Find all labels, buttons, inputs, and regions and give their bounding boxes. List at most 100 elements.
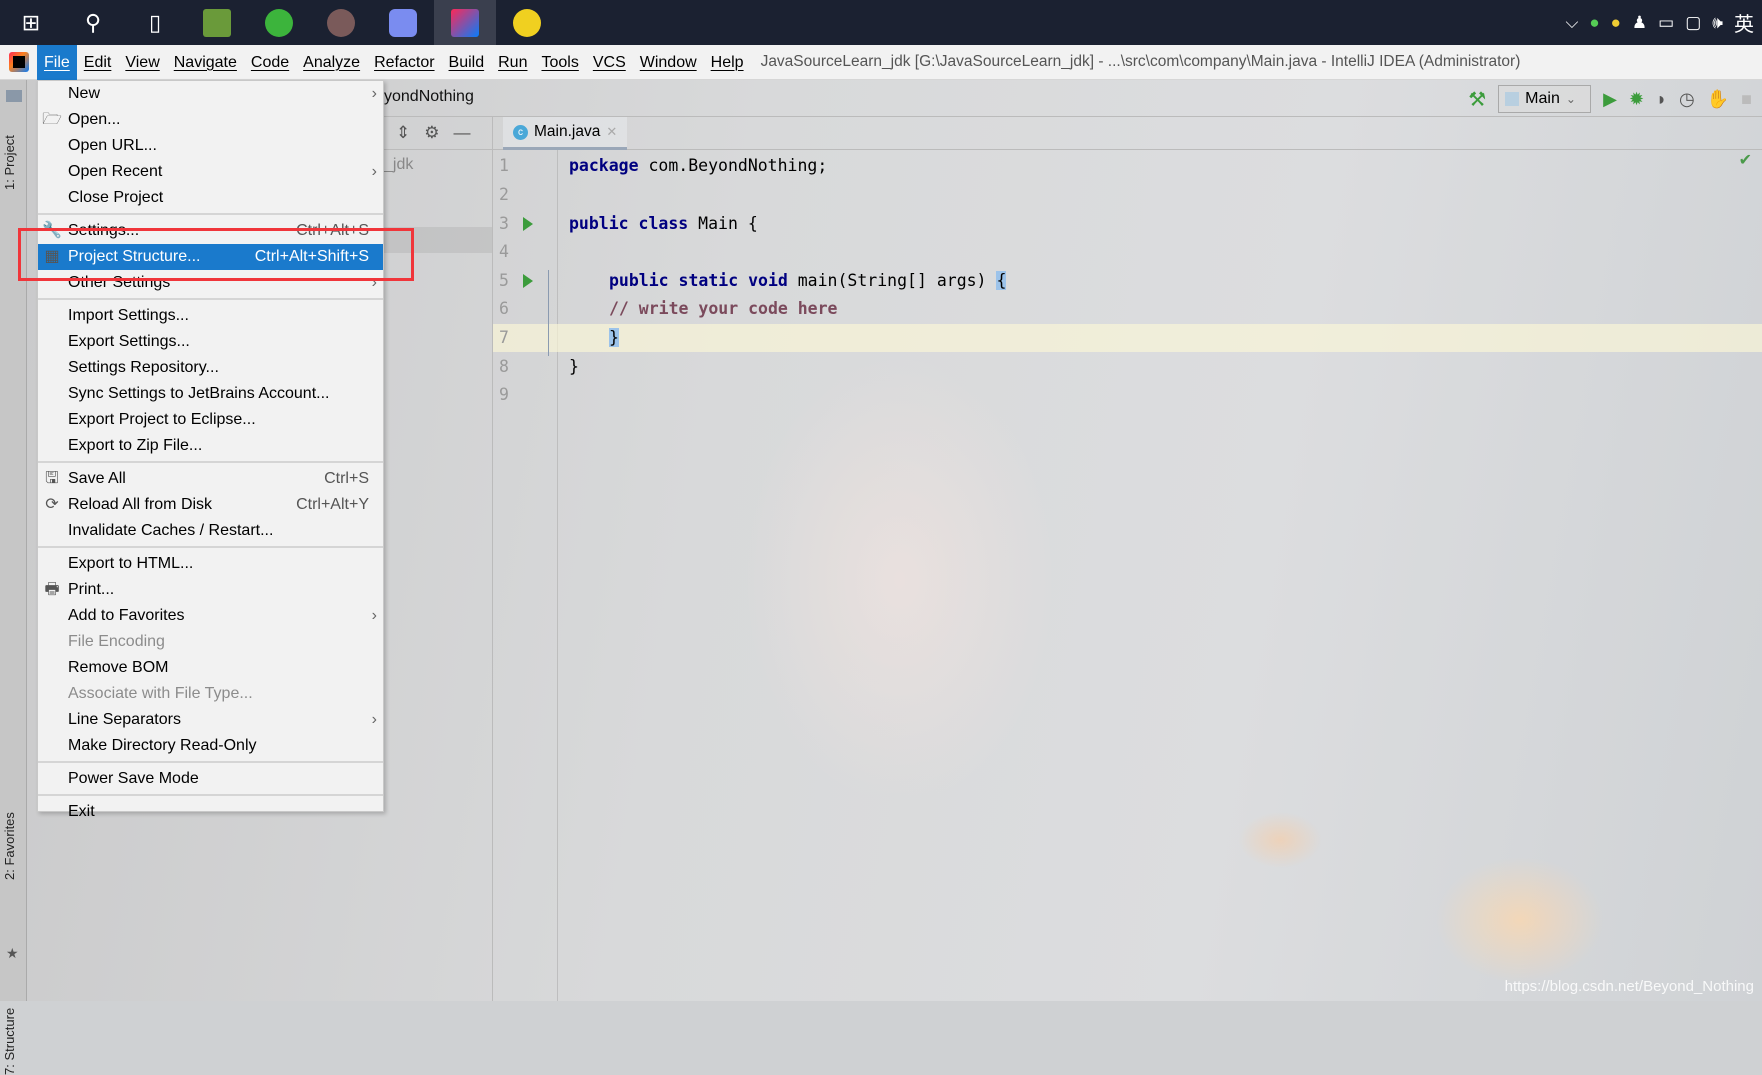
shortcut-label: Ctrl+Alt+Y [296, 496, 369, 513]
menu-item-export-settings[interactable]: Export Settings... [38, 329, 383, 355]
minimize-icon[interactable]: — [454, 123, 471, 143]
menu-item-export-to-zip-file[interactable]: Export to Zip File... [38, 433, 383, 459]
menu-item-new[interactable]: New › [38, 81, 383, 107]
chevron-right-icon: › [371, 711, 377, 728]
file-menu-dropdown: New › 🗁 Open... Open URL... Open Recent › Close… [37, 80, 384, 820]
menu-item-invalidate-caches-restart[interactable]: Invalidate Caches / Restart... [38, 518, 383, 544]
chevron-right-icon: › [371, 163, 377, 180]
code-line: 4 [499, 242, 509, 261]
menu-item-import-settings[interactable]: Import Settings... [38, 303, 383, 329]
menu-item-file-encoding: File Encoding [38, 629, 383, 655]
run-gutter-icon[interactable] [523, 217, 533, 231]
menu-refactor[interactable]: Refactor [367, 45, 441, 80]
menu-item-export-to-html[interactable]: Export to HTML... [38, 551, 383, 577]
code-line-current: 7} [493, 324, 1762, 352]
menu-navigate[interactable]: Navigate [167, 45, 244, 80]
menu-help[interactable]: Help [704, 45, 751, 80]
coverage-icon[interactable]: ◗ [1656, 89, 1667, 110]
menu-item-label: Open Recent [68, 163, 163, 180]
menu-item-label: Export Project to Eclipse... [68, 411, 256, 428]
menu-window[interactable]: Window [633, 45, 704, 80]
profile-icon[interactable]: ◷ [1679, 89, 1695, 110]
java-class-icon: c [513, 124, 528, 140]
menu-item-open-url[interactable]: Open URL... [38, 133, 383, 159]
notepad-icon[interactable] [186, 0, 248, 45]
menu-tools[interactable]: Tools [534, 45, 585, 80]
menu-item-export-project-to-eclipse[interactable]: Export Project to Eclipse... [38, 407, 383, 433]
photos-icon[interactable] [372, 0, 434, 45]
menu-item-line-separators[interactable]: Line Separators › [38, 707, 383, 733]
search-icon[interactable]: ⚲ [62, 0, 124, 45]
menu-item-print[interactable]: 🖶 Print... [38, 577, 383, 603]
menu-item-save-all[interactable]: 🖫 Save All Ctrl+S [38, 466, 383, 492]
code-line: 5 public static void main(String[] args) … [499, 271, 1007, 290]
tool-window-favorites[interactable]: 2: Favorites [2, 790, 17, 880]
build-hammer-icon[interactable]: ⚒ [1468, 87, 1486, 112]
qq-icon[interactable]: ♟ [1632, 13, 1647, 33]
collapse-all-icon[interactable]: ⇕ [396, 123, 410, 143]
menu-item-label: Remove BOM [68, 659, 169, 676]
volume-icon[interactable]: 🕪 [1712, 13, 1723, 33]
menu-edit[interactable]: Edit [77, 45, 119, 80]
close-icon[interactable]: ✕ [606, 124, 617, 140]
menu-item-power-save-mode[interactable]: Power Save Mode [38, 766, 383, 792]
security-tray-icon[interactable]: ● [1611, 13, 1621, 33]
menu-item-label: Open URL... [68, 137, 157, 154]
menu-file[interactable]: File [37, 44, 77, 80]
menu-run[interactable]: Run [491, 45, 534, 80]
menu-item-make-directory-read-only[interactable]: Make Directory Read-Only [38, 733, 383, 759]
tool-window-project[interactable]: 1: Project [2, 120, 17, 190]
star-icon: ★ [6, 945, 19, 961]
run-gutter-icon[interactable] [523, 274, 533, 288]
menu-item-sync-settings-to-jetbrains-account[interactable]: Sync Settings to JetBrains Account... [38, 381, 383, 407]
menu-item-reload-all-from-disk[interactable]: ⟳ Reload All from Disk Ctrl+Alt+Y [38, 492, 383, 518]
code-line: 2 [499, 185, 509, 204]
highlight-annotation-box [18, 228, 414, 281]
menu-bar: File Edit View Navigate Code Analyze Refactor B… [0, 44, 1762, 80]
menu-code[interactable]: Code [244, 45, 296, 80]
menu-item-open[interactable]: 🗁 Open... [38, 107, 383, 133]
navigation-bar: yondNothing ⚒ Main ⌄ ▶ ✹ ◗ ◷ ✋ ■ [384, 80, 1762, 117]
browser-icon[interactable] [248, 0, 310, 45]
menu-item-close-project[interactable]: Close Project [38, 185, 383, 211]
menu-item-label: Import Settings... [68, 307, 189, 324]
tool-window-structure[interactable]: 7: Structure [2, 985, 17, 1075]
intellij-logo-icon [0, 45, 37, 80]
music-icon[interactable] [496, 0, 558, 45]
print-icon: 🖶 [44, 581, 60, 598]
menu-build[interactable]: Build [442, 45, 492, 80]
battery-icon[interactable]: ▭ [1658, 13, 1674, 33]
task-view-icon[interactable]: ▯ [124, 0, 186, 45]
menu-item-exit[interactable]: Exit [38, 799, 383, 825]
menu-item-label: File Encoding [68, 633, 165, 650]
run-icon[interactable]: ▶ [1603, 89, 1617, 110]
browser-tray-icon[interactable]: ● [1589, 13, 1599, 33]
chevron-right-icon: › [371, 85, 377, 102]
network-icon[interactable]: ▢ [1685, 13, 1701, 33]
stop-icon[interactable]: ■ [1741, 89, 1752, 110]
menu-item-label: Reload All from Disk [68, 496, 213, 513]
windows-start-icon[interactable]: ⊞ [0, 0, 62, 45]
menu-item-settings-repository[interactable]: Settings Repository... [38, 355, 383, 381]
intellij-icon[interactable] [434, 0, 496, 45]
menu-item-add-to-favorites[interactable]: Add to Favorites › [38, 603, 383, 629]
watermark: https://blog.csdn.net/Beyond_Nothing [1504, 978, 1754, 995]
debug-icon[interactable]: ✹ [1629, 89, 1644, 110]
menu-vcs[interactable]: VCS [586, 45, 633, 80]
gear-icon[interactable]: ⚙ [424, 123, 439, 143]
breadcrumb[interactable]: yondNothing [384, 88, 474, 106]
app-icon[interactable] [310, 0, 372, 45]
menu-view[interactable]: View [118, 45, 166, 80]
ime-indicator[interactable]: 英 [1734, 8, 1754, 37]
project-tree-item[interactable]: _jdk [384, 150, 492, 174]
attach-icon[interactable]: ✋ [1707, 89, 1729, 110]
run-toolbar: ⚒ Main ⌄ ▶ ✹ ◗ ◷ ✋ ■ [1468, 85, 1762, 113]
code-line: 6// write your code here [499, 299, 838, 318]
chevron-up-icon[interactable]: ⌵ [1565, 13, 1578, 33]
run-configuration-dropdown[interactable]: Main ⌄ [1498, 85, 1592, 113]
menu-item-open-recent[interactable]: Open Recent › [38, 159, 383, 185]
menu-analyze[interactable]: Analyze [296, 45, 367, 80]
menu-item-remove-bom[interactable]: Remove BOM [38, 655, 383, 681]
tab-main-java[interactable]: c Main.java ✕ [503, 117, 628, 150]
menu-item-label: Export to HTML... [68, 555, 194, 572]
